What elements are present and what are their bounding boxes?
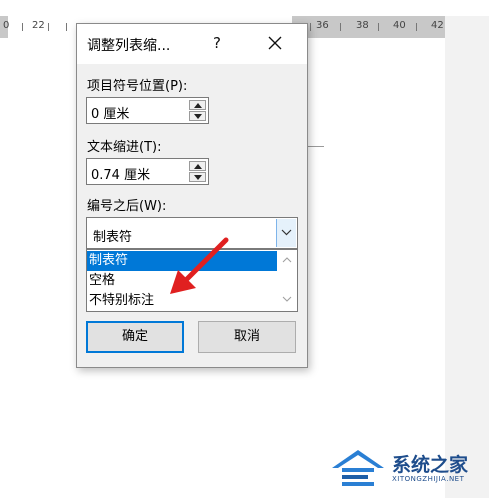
help-button[interactable]: ?	[205, 32, 229, 54]
triangle-up-icon	[194, 103, 202, 108]
ruler-tick	[416, 23, 417, 31]
annotation-arrow-icon	[170, 237, 229, 294]
number-position-spin-buttons	[189, 100, 206, 121]
ruler-tick	[340, 23, 341, 31]
document-text-line	[306, 146, 324, 147]
ruler-tick	[66, 23, 67, 31]
number-position-label: 项目符号位置(P):	[87, 79, 188, 94]
follow-number-selected-value: 制表符	[93, 230, 133, 245]
adjust-list-indent-dialog: 调整列表缩... ? 项目符号位置(P): 0 厘米 文本缩进(T): 0.74…	[76, 23, 308, 368]
ruler-tick	[378, 23, 379, 31]
ruler-label: 0	[3, 20, 10, 31]
close-icon	[268, 36, 282, 50]
dialog-title: 调整列表缩...	[87, 38, 171, 54]
triangle-up-icon	[194, 164, 202, 169]
watermark-title: 系统之家	[392, 454, 469, 476]
ruler-tick	[22, 23, 23, 31]
number-position-down-button[interactable]	[189, 111, 206, 121]
site-watermark: 系统之家 XITONGZHIJIA.NET	[328, 444, 478, 490]
dropdown-toggle-button[interactable]	[276, 219, 296, 247]
ruler-label: 42	[431, 20, 444, 31]
close-button[interactable]	[261, 30, 289, 56]
dialog-title-bar[interactable]: 调整列表缩... ?	[77, 24, 307, 64]
ruler-tick	[48, 23, 49, 31]
text-indent-value[interactable]: 0.74 厘米	[91, 164, 150, 183]
text-indent-spin-buttons	[189, 161, 206, 182]
text-indent-label: 文本缩进(T):	[87, 140, 162, 155]
list-scrollbar[interactable]	[277, 250, 297, 311]
triangle-down-icon	[194, 114, 202, 119]
document-background-strip	[445, 16, 489, 498]
cancel-button[interactable]: 取消	[198, 321, 296, 353]
chevron-down-icon	[281, 229, 292, 236]
text-indent-spinner[interactable]: 0.74 厘米	[86, 158, 209, 185]
watermark-url: XITONGZHIJIA.NET	[392, 475, 465, 483]
follow-number-label: 编号之后(W):	[87, 199, 167, 214]
triangle-down-icon	[194, 175, 202, 180]
number-position-spinner[interactable]: 0 厘米	[86, 97, 209, 124]
ruler-label: 36	[316, 20, 329, 31]
ruler-label: 40	[393, 20, 406, 31]
number-position-up-button[interactable]	[189, 100, 206, 110]
text-indent-up-button[interactable]	[189, 161, 206, 171]
ruler-label: 22	[32, 20, 45, 31]
scroll-down-icon[interactable]	[282, 296, 292, 302]
ok-button[interactable]: 确定	[86, 321, 184, 353]
number-position-value[interactable]: 0 厘米	[91, 103, 129, 122]
ruler-tick	[310, 23, 311, 31]
house-logo-icon	[332, 450, 384, 486]
ruler-label: 38	[356, 20, 369, 31]
text-indent-down-button[interactable]	[189, 172, 206, 182]
scroll-up-icon[interactable]	[282, 257, 292, 263]
